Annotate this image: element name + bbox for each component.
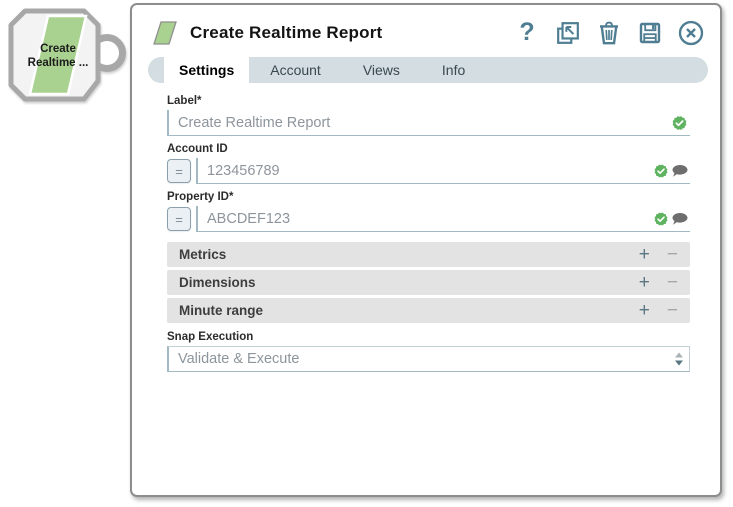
add-row-icon[interactable]: + xyxy=(639,273,650,292)
save-icon[interactable] xyxy=(637,20,663,46)
dialog-toolbar: ? xyxy=(514,20,704,46)
comment-icon[interactable] xyxy=(672,212,688,226)
label-field: Label* xyxy=(167,95,690,136)
comment-icon[interactable] xyxy=(672,164,688,178)
label-field-input[interactable] xyxy=(167,110,690,136)
valid-badge-icon xyxy=(672,116,687,130)
expression-toggle-button[interactable]: = xyxy=(167,159,191,183)
select-spinner-icon xyxy=(675,352,683,366)
remove-row-icon[interactable]: − xyxy=(667,245,678,264)
dialog-title: Create Realtime Report xyxy=(190,22,383,42)
valid-badge-icon xyxy=(654,212,668,226)
valid-badge-icon xyxy=(654,164,668,178)
export-icon[interactable] xyxy=(555,20,581,46)
section-label: Metrics xyxy=(179,247,227,262)
help-icon[interactable]: ? xyxy=(514,20,540,46)
snap-node[interactable]: Create Realtime ... xyxy=(5,7,129,105)
snap-execution-label: Snap Execution xyxy=(167,331,254,343)
section-label: Minute range xyxy=(179,303,264,318)
snap-settings-dialog: Create Realtime Report ? Settings Accoun… xyxy=(130,3,722,497)
property-id-field-label: Property ID* xyxy=(167,191,234,203)
tab-bar-cap xyxy=(148,57,164,83)
account-id-input[interactable] xyxy=(196,158,690,184)
snap-execution-field: Snap Execution Validate & Execute xyxy=(167,331,690,372)
snap-node-label-line2: Realtime ... xyxy=(28,57,89,69)
account-id-field: Account ID = xyxy=(167,143,690,184)
tab-info[interactable]: Info xyxy=(421,57,486,83)
snap-type-icon xyxy=(153,20,177,45)
section-label: Dimensions xyxy=(179,275,256,290)
add-row-icon[interactable]: + xyxy=(639,301,650,320)
snap-node-label-line1: Create xyxy=(40,43,76,55)
delete-icon[interactable] xyxy=(596,20,622,46)
pipeline-canvas: Create Realtime ... Create Realtime Repo… xyxy=(0,0,733,507)
remove-row-icon[interactable]: − xyxy=(667,301,678,320)
section-metrics[interactable]: Metrics + − xyxy=(167,242,690,267)
expression-toggle-button[interactable]: = xyxy=(167,207,191,231)
label-field-label: Label* xyxy=(167,95,202,107)
remove-row-icon[interactable]: − xyxy=(667,273,678,292)
tab-views[interactable]: Views xyxy=(342,57,421,83)
settings-form: Label* Create Realtime Report Account ID… xyxy=(132,83,720,372)
tab-settings[interactable]: Settings xyxy=(164,57,250,83)
snap-execution-select[interactable]: Validate & Execute xyxy=(167,346,690,372)
section-dimensions[interactable]: Dimensions + − xyxy=(167,270,690,295)
tab-account[interactable]: Account xyxy=(249,57,342,83)
add-row-icon[interactable]: + xyxy=(639,245,650,264)
snap-execution-value: Validate & Execute xyxy=(178,351,300,367)
property-id-input[interactable] xyxy=(196,206,690,232)
dialog-header: Create Realtime Report ? xyxy=(132,5,720,47)
accordion-sections: Metrics + − Dimensions + − Minute range xyxy=(167,242,690,323)
property-id-field: Property ID* = xyxy=(167,191,690,232)
tab-bar: Settings Account Views Info xyxy=(148,57,708,83)
account-id-field-label: Account ID xyxy=(167,143,228,155)
section-minute-range[interactable]: Minute range + − xyxy=(167,298,690,323)
close-icon[interactable] xyxy=(678,20,704,46)
